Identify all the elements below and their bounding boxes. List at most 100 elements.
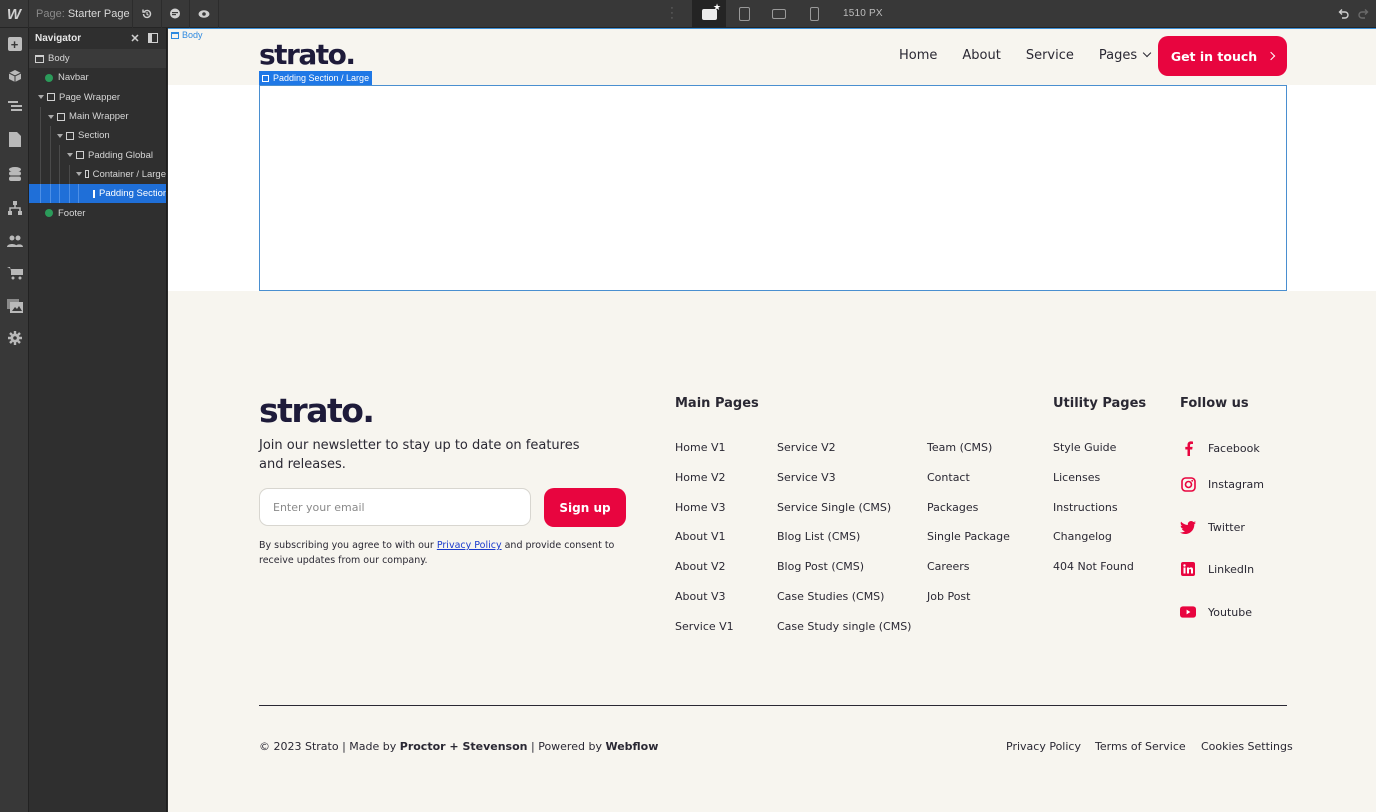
social-link-youtube[interactable]: Youtube: [1180, 604, 1252, 620]
footer-link[interactable]: About V1: [675, 530, 726, 543]
tree-item-navbar[interactable]: Navbar: [29, 68, 166, 87]
footer-link[interactable]: Home V3: [675, 501, 726, 514]
footer-link[interactable]: Style Guide: [1053, 441, 1116, 454]
maker-link[interactable]: Proctor + Stevenson: [400, 740, 528, 753]
social-link-instagram[interactable]: Instagram: [1180, 476, 1264, 492]
social-link-facebook[interactable]: Facebook: [1180, 440, 1260, 456]
comments-icon[interactable]: [161, 0, 189, 28]
legal-link-privacy-policy[interactable]: Privacy Policy: [1006, 740, 1081, 753]
expand-caret-icon[interactable]: [38, 95, 44, 100]
expand-caret-icon[interactable]: [67, 153, 73, 158]
breakpoint-mobile-portrait[interactable]: [797, 0, 831, 28]
nav-dropdown-pages[interactable]: Pages: [1098, 48, 1152, 63]
footer-link[interactable]: Blog Post (CMS): [777, 560, 864, 573]
tree-item-footer[interactable]: Footer: [29, 203, 166, 222]
social-link-linkedin[interactable]: LinkedIn: [1180, 561, 1254, 577]
history-icon[interactable]: [133, 0, 161, 28]
footer-link[interactable]: About V2: [675, 560, 726, 573]
expand-caret-icon[interactable]: [48, 114, 54, 119]
footer-link[interactable]: Case Studies (CMS): [777, 590, 884, 603]
breakpoint-desktop-base[interactable]: ★: [692, 0, 726, 28]
nav-link-home[interactable]: Home: [899, 48, 937, 63]
footer-link[interactable]: Service V2: [777, 441, 836, 454]
tree-item-body[interactable]: Body: [29, 49, 166, 69]
ecommerce-icon[interactable]: [0, 259, 29, 287]
footer-link[interactable]: Instructions: [1053, 501, 1118, 514]
preview-eye-icon[interactable]: [190, 0, 218, 28]
footer-link[interactable]: Changelog: [1053, 530, 1112, 543]
navigator-icon[interactable]: [0, 93, 29, 121]
dock-panel-icon[interactable]: [147, 32, 159, 44]
footer-link[interactable]: Home V2: [675, 471, 726, 484]
expand-caret-icon[interactable]: [57, 133, 63, 138]
tree-item-main-wrapper[interactable]: Main Wrapper: [29, 106, 166, 127]
footer-link[interactable]: Blog List (CMS): [777, 530, 860, 543]
users-icon[interactable]: [0, 227, 29, 255]
email-input[interactable]: [259, 488, 531, 526]
footer-link[interactable]: Licenses: [1053, 471, 1100, 484]
nav-dropdown-label: Pages: [1098, 48, 1138, 63]
breakpoint-tablet[interactable]: [727, 0, 761, 28]
tree-guide: [40, 126, 41, 146]
legal-link-cookies-settings[interactable]: Cookies Settings: [1201, 740, 1293, 753]
components-icon[interactable]: [0, 62, 29, 90]
redo-icon[interactable]: [1350, 0, 1376, 28]
privacy-policy-link[interactable]: Privacy Policy: [437, 540, 502, 551]
social-link-twitter[interactable]: Twitter: [1180, 519, 1245, 535]
footer-link[interactable]: Service V3: [777, 471, 836, 484]
expand-caret-icon[interactable]: [76, 172, 82, 177]
chevron-down-icon: [1142, 48, 1152, 58]
add-icon[interactable]: +: [0, 30, 29, 58]
div-block-icon: [66, 131, 74, 140]
footer-link[interactable]: Service V1: [675, 620, 734, 633]
consent-text: By subscribing you agree to with our Pri…: [259, 538, 639, 568]
strato-footer-logo[interactable]: strato.: [259, 391, 375, 430]
tree-item-container-large[interactable]: Container / Large: [29, 164, 166, 185]
social-label: Twitter: [1208, 520, 1245, 534]
legal-link-terms-of-service[interactable]: Terms of Service: [1095, 740, 1186, 753]
tree-item-section[interactable]: Section: [29, 126, 166, 146]
footer-link[interactable]: Careers: [927, 560, 970, 573]
cms-icon[interactable]: [0, 160, 29, 188]
sign-up-button[interactable]: Sign up: [544, 488, 626, 527]
close-panel-icon[interactable]: ✕: [129, 32, 141, 45]
breakpoint-mobile-landscape[interactable]: [762, 0, 796, 28]
logic-icon[interactable]: [0, 194, 29, 222]
footer-link[interactable]: Job Post: [927, 590, 970, 603]
footer-link[interactable]: Contact: [927, 471, 970, 484]
copyright-prefix: © 2023 Strato | Made by: [259, 740, 400, 753]
more-options-icon[interactable]: · · ·: [669, 3, 675, 24]
footer-link[interactable]: About V3: [675, 590, 726, 603]
nav-link-about[interactable]: About: [962, 48, 1000, 63]
tree-item-padding-section-large[interactable]: Padding Section / Large: [29, 184, 166, 204]
platform-link[interactable]: Webflow: [605, 740, 658, 753]
footer-link[interactable]: Packages: [927, 501, 978, 514]
selected-element-tag[interactable]: Padding Section / Large: [259, 71, 373, 85]
nav-link-service[interactable]: Service: [1026, 48, 1074, 63]
footer-link[interactable]: Service Single (CMS): [777, 501, 891, 514]
design-canvas[interactable]: strato. Home About Service Pages Get in …: [168, 28, 1376, 812]
settings-icon[interactable]: [0, 324, 29, 352]
tree-item-page-wrapper[interactable]: Page Wrapper: [29, 88, 166, 107]
pages-icon[interactable]: [0, 125, 29, 153]
footer-link[interactable]: Case Study single (CMS): [777, 620, 911, 633]
footer-link[interactable]: 404 Not Found: [1053, 560, 1134, 573]
tree-item-padding-global[interactable]: Padding Global: [29, 145, 166, 165]
footer-link[interactable]: Home V1: [675, 441, 726, 454]
page-name: Starter Page: [67, 8, 130, 20]
mobile-landscape-icon: [772, 9, 786, 19]
strato-logo[interactable]: strato.: [259, 38, 356, 71]
left-toolbar: +: [0, 28, 29, 812]
navigator-title: Navigator: [35, 33, 82, 44]
tree-item-label: Padding Global: [88, 149, 153, 161]
footer-link[interactable]: Team (CMS): [927, 441, 992, 454]
star-icon: ★: [713, 2, 722, 12]
linkedin-icon: [1180, 561, 1196, 577]
div-block-icon: [76, 151, 84, 160]
page-selector[interactable]: Page: Starter Page: [36, 8, 130, 20]
footer-link[interactable]: Single Package: [927, 530, 1010, 543]
social-label: Youtube: [1208, 605, 1252, 619]
assets-icon[interactable]: [0, 292, 29, 320]
get-in-touch-button[interactable]: Get in touch: [1158, 36, 1287, 76]
webflow-logo[interactable]: W: [0, 0, 29, 28]
